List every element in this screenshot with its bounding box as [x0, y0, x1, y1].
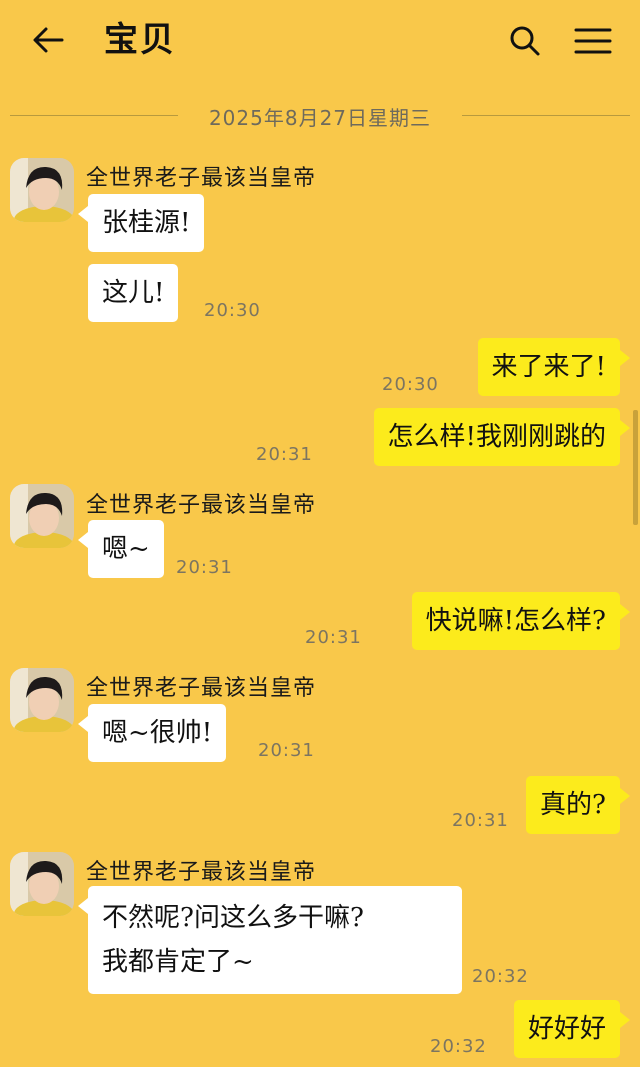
bubble-tail [620, 1012, 630, 1028]
message-bubble-outgoing[interactable]: 怎么样!我刚刚跳的 [373, 408, 620, 466]
message-text: 来了来了! [491, 352, 606, 382]
message-bubble-incoming[interactable]: 不然呢?问这么多干嘛? 我都肯定了~ [88, 886, 462, 994]
message-text: 嗯~ [102, 534, 150, 564]
chat-title: 宝贝 [104, 20, 176, 60]
search-icon[interactable] [502, 18, 548, 64]
contact-name: 全世界老子最该当皇帝 [86, 493, 317, 518]
bubble-tail [620, 788, 630, 804]
message-time: 20:30 [204, 300, 261, 321]
scrollbar[interactable] [633, 410, 638, 525]
message-time: 20:31 [305, 627, 362, 648]
chat-header: 宝贝 [0, 0, 640, 80]
message-text-line: 不然呢?问这么多干嘛? [102, 903, 364, 933]
message-text-line: 我都肯定了~ [102, 947, 254, 977]
message-text: 怎么样!我刚刚跳的 [387, 422, 606, 452]
contact-avatar[interactable] [10, 668, 74, 732]
bubble-tail [78, 532, 88, 548]
contact-avatar[interactable] [10, 158, 74, 222]
message-time: 20:31 [452, 810, 509, 831]
message-bubble-outgoing[interactable]: 快说嘛!怎么样? [411, 592, 620, 650]
bubble-tail [78, 898, 88, 914]
message-time: 20:32 [430, 1036, 487, 1057]
message-time: 20:32 [472, 966, 529, 987]
message-text: 好好好 [527, 1014, 606, 1044]
message-bubble-incoming[interactable]: 这儿! [88, 264, 179, 322]
message-bubble-incoming[interactable]: 张桂源! [88, 194, 205, 252]
message-bubble-incoming[interactable]: 嗯~很帅! [88, 704, 227, 762]
menu-icon[interactable] [570, 18, 616, 64]
contact-name: 全世界老子最该当皇帝 [86, 166, 317, 191]
message-text: 快说嘛!怎么样? [425, 606, 606, 636]
contact-avatar[interactable] [10, 484, 74, 548]
message-bubble-incoming[interactable]: 嗯~ [88, 520, 164, 578]
message-bubble-outgoing[interactable]: 真的? [526, 776, 620, 834]
bubble-tail [78, 716, 88, 732]
bubble-tail [620, 420, 630, 436]
message-text: 真的? [540, 790, 606, 820]
message-text: 嗯~很帅! [102, 718, 213, 748]
contact-avatar[interactable] [10, 852, 74, 916]
message-text: 张桂源! [102, 208, 191, 238]
divider-line-right [462, 115, 630, 116]
bubble-tail [620, 604, 630, 620]
message-time: 20:30 [382, 374, 439, 395]
back-arrow-icon[interactable] [26, 18, 70, 62]
date-divider: 2025年8月27日星期三 [10, 100, 630, 132]
message-bubble-outgoing[interactable]: 好好好 [513, 1000, 620, 1058]
message-text: 这儿! [102, 278, 165, 308]
message-time: 20:31 [258, 740, 315, 761]
date-text: 2025年8月27日星期三 [208, 106, 432, 130]
bubble-tail [78, 206, 88, 222]
contact-name: 全世界老子最该当皇帝 [86, 860, 317, 885]
message-bubble-outgoing[interactable]: 来了来了! [477, 338, 620, 396]
message-time: 20:31 [256, 444, 313, 465]
bubble-tail [620, 350, 630, 366]
message-time: 20:31 [176, 557, 233, 578]
contact-name: 全世界老子最该当皇帝 [86, 676, 317, 701]
